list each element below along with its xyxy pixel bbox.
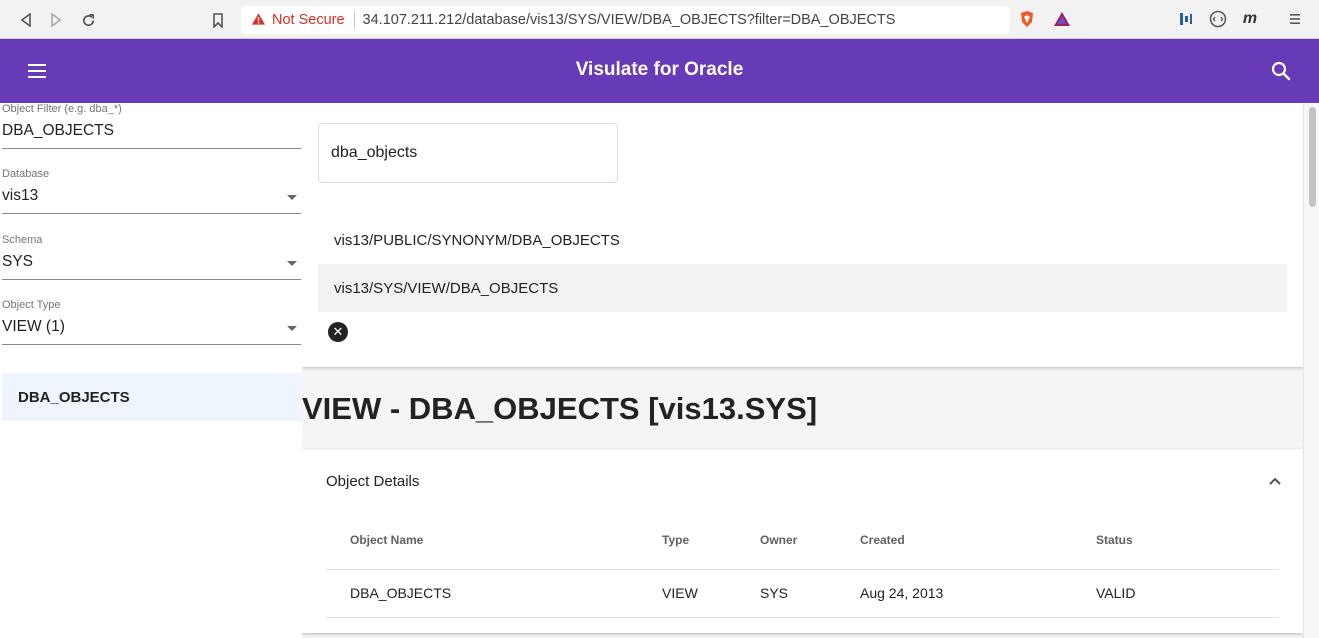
table-cell-status: VALID [1096,585,1136,601]
column-header-object-name: Object Name [350,533,424,547]
object-type-value[interactable]: VIEW (1) [2,318,301,336]
search-card: dba_objects vis13/PUBLIC/SYNONYM/DBA_OBJ… [302,103,1303,367]
forward-icon[interactable] [46,10,66,30]
scrollbar-thumb[interactable] [1309,107,1316,207]
table-cell-type: VIEW [662,585,698,601]
page-title: VIEW - DBA_OBJECTS [vis13.SYS] [302,391,818,426]
sidebar-item-dba-objects[interactable]: DBA_OBJECTS [2,373,302,421]
brave-rewards-icon[interactable] [1052,9,1072,29]
object-filter-input[interactable]: DBA_OBJECTS [2,122,301,140]
table-cell-created: Aug 24, 2013 [860,585,944,601]
object-type-select[interactable]: Object Type VIEW (1) [2,299,301,345]
search-result-item[interactable]: vis13/SYS/VIEW/DBA_OBJECTS [318,264,1287,312]
browser-menu-icon[interactable] [1285,9,1305,29]
warning-icon [251,12,266,29]
search-result-item[interactable]: vis13/PUBLIC/SYNONYM/DBA_OBJECTS [318,216,1287,264]
search-icon[interactable] [1270,60,1292,82]
object-filter-label: Object Filter (e.g. dba_*) [2,103,122,115]
bookmark-icon[interactable] [208,10,228,30]
security-status[interactable]: Not Secure [272,12,345,28]
object-details-title[interactable]: Object Details [326,473,419,490]
clear-search-icon[interactable]: ✕ [328,322,348,342]
column-header-owner: Owner [760,533,798,547]
table-cell-owner: SYS [760,585,789,601]
back-icon[interactable] [16,10,36,30]
object-type-label: Object Type [2,299,61,311]
search-input[interactable]: dba_objects [318,123,618,183]
browser-toolbar: Not Secure 34.107.211.212/database/vis13… [0,0,1319,39]
url-text[interactable]: 34.107.211.212/database/vis13/SYS/VIEW/D… [363,12,896,28]
app-toolbar: Visulate for Oracle [0,39,1319,103]
object-details-panel: Object Details Object Name Type Owner Cr… [302,449,1303,633]
database-value[interactable]: vis13 [2,187,301,205]
column-header-created: Created [860,533,905,547]
column-header-type: Type [662,533,690,547]
main-scrollbar[interactable] [1303,103,1319,638]
extension-icon[interactable] [1176,9,1196,29]
chevron-up-icon[interactable] [1268,473,1282,485]
brave-shield-icon[interactable] [1017,9,1037,29]
dropdown-arrow-icon[interactable] [287,195,297,200]
extension-icon[interactable] [1208,9,1228,29]
schema-value[interactable]: SYS [2,253,301,271]
schema-select[interactable]: Schema SYS [2,234,301,280]
object-filter-field[interactable]: Object Filter (e.g. dba_*) DBA_OBJECTS [2,103,301,149]
app-title: Visulate for Oracle [575,59,744,80]
main-content: dba_objects vis13/PUBLIC/SYNONYM/DBA_OBJ… [302,103,1303,638]
database-label: Database [2,168,50,180]
dropdown-arrow-icon[interactable] [287,261,297,266]
reload-icon[interactable] [78,10,98,30]
row-divider [326,569,1279,570]
database-select[interactable]: Database vis13 [2,168,301,214]
row-divider [326,617,1279,618]
dropdown-arrow-icon[interactable] [287,326,297,331]
sidebar: Object Filter (e.g. dba_*) DBA_OBJECTS D… [0,103,302,638]
table-cell-object-name: DBA_OBJECTS [350,585,452,601]
address-bar[interactable]: Not Secure 34.107.211.212/database/vis13… [241,6,1010,34]
column-header-status: Status [1096,533,1133,547]
extension-icon[interactable]: m [1240,9,1260,29]
schema-label: Schema [2,234,43,246]
url-separator [353,11,355,29]
